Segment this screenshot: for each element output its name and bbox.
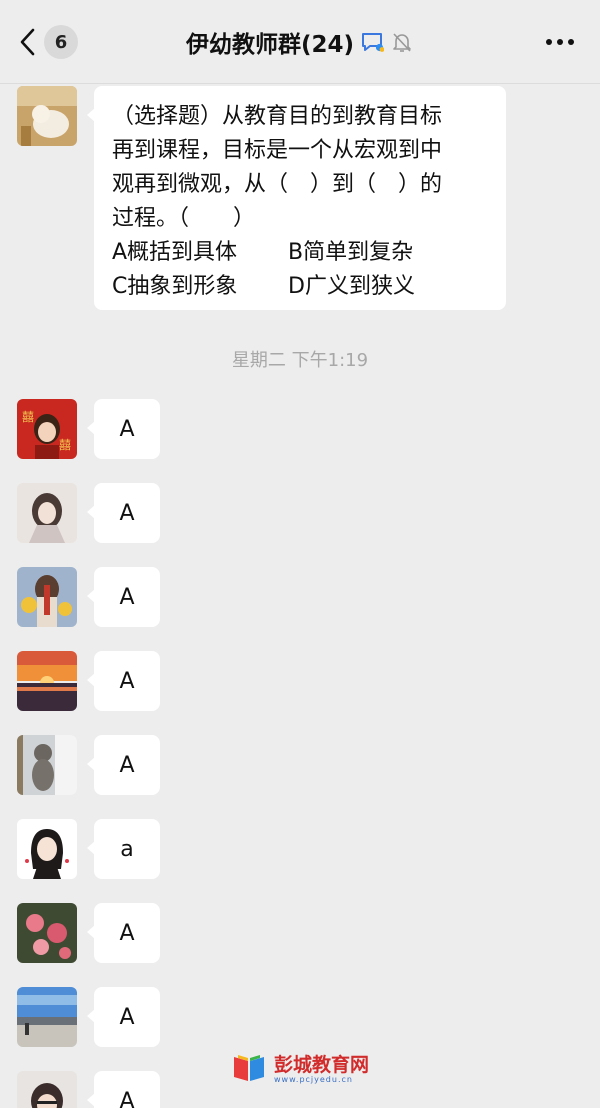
option-d: D广义到狭义 (288, 274, 415, 299)
avatar-member-4[interactable] (17, 651, 77, 711)
reply-bubble[interactable]: a (87, 819, 160, 879)
avatar-member-8[interactable] (17, 987, 77, 1047)
reply-bubble[interactable]: A (87, 399, 160, 459)
option-b: B简单到复杂 (288, 240, 414, 265)
chat-title-area: 伊幼教师群(24) (0, 22, 600, 62)
reply-bubble[interactable]: A (87, 651, 160, 711)
avatar-member-1[interactable]: 囍 囍 (17, 399, 77, 459)
question-line: 再到课程，目标是一个从宏观到中 (112, 138, 443, 163)
chat-bubble-icon (360, 30, 385, 54)
more-dots-icon (546, 39, 574, 45)
muted-bell-icon (390, 30, 414, 54)
watermark-title: 彭城教育网 (274, 1054, 370, 1076)
avatar-member-5[interactable] (17, 735, 77, 795)
avatar-sender-cat[interactable] (17, 86, 77, 146)
reply-bubble[interactable]: A (87, 735, 160, 795)
watermark: 彭城教育网 www.pcjyedu.cn (230, 1050, 390, 1090)
avatar-member-3[interactable] (17, 567, 77, 627)
svg-text:囍: 囍 (22, 410, 34, 424)
avatar-member-2[interactable] (17, 483, 77, 543)
avatar-member-7[interactable] (17, 903, 77, 963)
question-line: （选择题）从教育目的到教育目标 (112, 104, 443, 129)
question-line: 过程。（ ） (112, 206, 256, 231)
avatar-member-6[interactable] (17, 819, 77, 879)
option-c: C抽象到形象 (112, 274, 238, 299)
avatar-member-9[interactable] (17, 1071, 77, 1108)
chat-title: 伊幼教师群(24) (185, 32, 355, 58)
message-timestamp: 星期二 下午1:19 (231, 350, 369, 371)
reply-bubble[interactable]: A (87, 903, 160, 963)
chat-header: 6 伊幼教师群(24) (0, 0, 600, 84)
more-options-button[interactable] (542, 22, 578, 62)
book-logo-icon (230, 1051, 268, 1089)
svg-text:囍: 囍 (59, 438, 71, 452)
question-line: 观再到微观，从（ ）到（ ）的 (112, 172, 443, 197)
options-row: C抽象到形象 D广义到狭义 (112, 270, 488, 304)
option-a: A概括到具体 (112, 240, 238, 265)
watermark-url: www.pcjyedu.cn (274, 1075, 353, 1084)
question-message-bubble[interactable]: （选择题）从教育目的到教育目标 再到课程，目标是一个从宏观到中 观再到微观，从（… (87, 86, 506, 310)
options-row: A概括到具体 B简单到复杂 (112, 236, 488, 270)
reply-bubble[interactable]: A (87, 1071, 160, 1108)
reply-bubble[interactable]: A (87, 483, 160, 543)
reply-bubble[interactable]: A (87, 987, 160, 1047)
reply-bubble[interactable]: A (87, 567, 160, 627)
